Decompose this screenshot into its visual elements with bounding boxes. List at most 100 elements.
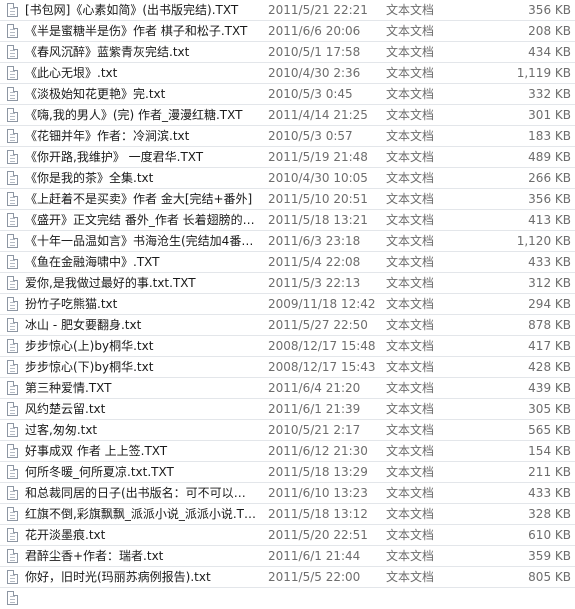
file-list: [书包网]《心素如简》(出书版完结).TXT 2011/5/21 22:21 文本文…	[0, 0, 575, 609]
text-document-icon	[7, 402, 18, 416]
file-type: 文本文档	[386, 129, 435, 143]
file-size: 305 KB	[528, 402, 571, 416]
file-modified-date: 2011/4/14 21:25	[268, 108, 368, 122]
file-name: 过客,匆匆.txt	[25, 423, 98, 437]
text-document-icon	[7, 381, 18, 395]
file-row[interactable]: 花开淡墨痕.txt 2011/5/20 22:51 文本文档 610 KB	[0, 525, 575, 546]
file-modified-date: 2010/5/1 17:58	[268, 45, 361, 59]
file-size: 154 KB	[528, 444, 571, 458]
file-type: 文本文档	[386, 3, 435, 17]
file-modified-date: 2011/6/12 21:30	[268, 444, 368, 458]
text-document-icon	[7, 45, 18, 59]
file-size: 878 KB	[528, 318, 571, 332]
file-row[interactable]: 《盛开》正文完结 番外_作者 长着翅膀的大灰狼 2011/5/18 13:21 文本…	[0, 210, 575, 231]
file-name: 君醉尘香+作者：瑞者.txt	[25, 549, 164, 563]
file-modified-date: 2011/5/10 20:51	[268, 192, 368, 206]
file-type: 文本文档	[386, 255, 435, 269]
file-row[interactable]: 《嗨,我的男人》(完) 作者_漫漫红糖.TXT 2011/4/14 21:25 文本…	[0, 105, 575, 126]
file-modified-date: 2011/5/3 22:13	[268, 276, 361, 290]
text-document-icon	[7, 486, 18, 500]
file-row[interactable]: 《花钿并年》作者：冷涧滨.txt 2010/5/3 0:57 文本文档 183 KB	[0, 126, 575, 147]
file-name: 你好，旧时光(玛丽苏病例报告).txt	[25, 570, 211, 584]
file-row[interactable]: 红旗不倒,彩旗飘飘_派派小说_派派小说.TXT 2011/5/18 13:12 文本…	[0, 504, 575, 525]
file-row[interactable]: 《十年一品温如言》书海沧生(完结加4番外) 2011/6/3 23:18 文本文档 1…	[0, 231, 575, 252]
text-document-icon	[7, 318, 18, 332]
file-row[interactable]: 《此心无垠》.txt 2010/4/30 2:36 文本文档 1,119 KB	[0, 63, 575, 84]
file-type: 文本文档	[386, 318, 435, 332]
file-modified-date: 2010/5/21 2:17	[268, 423, 361, 437]
file-size: 805 KB	[528, 570, 571, 584]
file-modified-date: 2011/5/18 13:21	[268, 213, 368, 227]
file-modified-date: 2011/5/4 22:08	[268, 255, 361, 269]
file-modified-date: 2011/6/6 20:06	[268, 24, 361, 38]
file-size: 433 KB	[528, 486, 571, 500]
text-document-icon	[7, 171, 18, 185]
file-row[interactable]: 《你开路,我维护》 一度君华.TXT 2011/5/19 21:48 文本文档 489…	[0, 147, 575, 168]
file-row[interactable]: 和总裁同居的日子(出书版名：可不可以不爱你) 2011/6/10 13:23 文本文…	[0, 483, 575, 504]
file-modified-date: 2011/6/1 21:39	[268, 402, 361, 416]
file-row[interactable]: 扮竹子吃熊猫.txt 2009/11/18 12:42 文本文档 294 KB	[0, 294, 575, 315]
file-type: 文本文档	[386, 45, 435, 59]
file-row[interactable]: 何所冬暖_何所夏凉.txt.TXT 2011/5/18 13:29 文本文档 211 …	[0, 462, 575, 483]
text-document-icon	[7, 108, 18, 122]
text-document-icon	[7, 360, 18, 374]
text-document-icon	[7, 129, 18, 143]
file-name: 《上赶着不是买卖》作者 金大[完结+番外]	[25, 192, 253, 206]
file-row[interactable]: 冰山 - 肥女要翻身.txt 2011/5/27 22:50 文本文档 878 KB	[0, 315, 575, 336]
file-row[interactable]: 《你是我的茶》全集.txt 2010/4/30 10:05 文本文档 266 KB	[0, 168, 575, 189]
file-modified-date: 2010/4/30 10:05	[268, 171, 368, 185]
file-row[interactable]: 《上赶着不是买卖》作者 金大[完结+番外] 2011/5/10 20:51 文本文档…	[0, 189, 575, 210]
file-size: 489 KB	[528, 150, 571, 164]
file-type: 文本文档	[386, 276, 435, 290]
file-row[interactable]: 第三种爱情.TXT 2011/6/4 21:20 文本文档 439 KB	[0, 378, 575, 399]
file-row[interactable]: 《春风沉醉》蓝紫青灰完结.txt 2010/5/1 17:58 文本文档 434 KB	[0, 42, 575, 63]
text-document-icon	[7, 213, 18, 227]
file-type: 文本文档	[386, 213, 435, 227]
file-row[interactable]: 好事成双 作者 上上签.TXT 2011/6/12 21:30 文本文档 154 KB	[0, 441, 575, 462]
file-row[interactable]: 过客,匆匆.txt 2010/5/21 2:17 文本文档 565 KB	[0, 420, 575, 441]
file-name: 步步惊心(下)by桐华.txt	[25, 360, 154, 374]
text-document-icon	[7, 276, 18, 290]
file-modified-date: 2011/5/27 22:50	[268, 318, 368, 332]
file-size: 413 KB	[528, 213, 571, 227]
file-size: 301 KB	[528, 108, 571, 122]
file-row[interactable]: 《半是蜜糖半是伤》作者 棋子和松子.TXT 2011/6/6 20:06 文本文档 2…	[0, 21, 575, 42]
file-row[interactable]: 你好，旧时光(玛丽苏病例报告).txt 2011/5/5 22:00 文本文档 805…	[0, 567, 575, 588]
file-size: 439 KB	[528, 381, 571, 395]
file-row[interactable]: 步步惊心(下)by桐华.txt 2008/12/17 15:43 文本文档 428 K…	[0, 357, 575, 378]
file-modified-date: 2011/5/21 22:21	[268, 3, 368, 17]
file-type: 文本文档	[386, 465, 435, 479]
file-name: 《嗨,我的男人》(完) 作者_漫漫红糖.TXT	[25, 108, 243, 122]
file-row[interactable]: 《鱼在金融海啸中》.TXT 2011/5/4 22:08 文本文档 433 KB	[0, 252, 575, 273]
file-row[interactable]: 步步惊心(上)by桐华.txt 2008/12/17 15:48 文本文档 417 K…	[0, 336, 575, 357]
file-name: 风约楚云留.txt	[25, 402, 106, 416]
text-document-icon	[7, 507, 18, 521]
file-row[interactable]: 风约楚云留.txt 2011/6/1 21:39 文本文档 305 KB	[0, 399, 575, 420]
file-row[interactable]: 《淡极始知花更艳》完.txt 2010/5/3 0:45 文本文档 332 KB	[0, 84, 575, 105]
file-name: 爱你,是我做过最好的事.txt.TXT	[25, 276, 196, 290]
text-document-icon	[7, 549, 18, 563]
file-type: 文本文档	[386, 549, 435, 563]
file-type: 文本文档	[386, 108, 435, 122]
file-size: 211 KB	[528, 465, 571, 479]
file-row[interactable]: 君醉尘香+作者：瑞者.txt 2011/6/1 21:44 文本文档 359 KB	[0, 546, 575, 567]
file-size: 183 KB	[528, 129, 571, 143]
file-modified-date: 2011/5/18 13:12	[268, 507, 368, 521]
file-row[interactable]: 爱你,是我做过最好的事.txt.TXT 2011/5/3 22:13 文本文档 312…	[0, 273, 575, 294]
file-name: 《半是蜜糖半是伤》作者 棋子和松子.TXT	[25, 24, 248, 38]
file-type: 文本文档	[386, 444, 435, 458]
file-size: 294 KB	[528, 297, 571, 311]
file-row[interactable]	[0, 588, 575, 609]
text-document-icon	[7, 423, 18, 437]
file-type: 文本文档	[386, 24, 435, 38]
file-size: 428 KB	[528, 360, 571, 374]
file-type: 文本文档	[386, 528, 435, 542]
file-size: 359 KB	[528, 549, 571, 563]
text-document-icon	[7, 192, 18, 206]
file-size: 356 KB	[528, 192, 571, 206]
file-name: 步步惊心(上)by桐华.txt	[25, 339, 154, 353]
file-row[interactable]: [书包网]《心素如简》(出书版完结).TXT 2011/5/21 22:21 文本文…	[0, 0, 575, 21]
file-size: 565 KB	[528, 423, 571, 437]
file-type: 文本文档	[386, 339, 435, 353]
file-type: 文本文档	[386, 507, 435, 521]
